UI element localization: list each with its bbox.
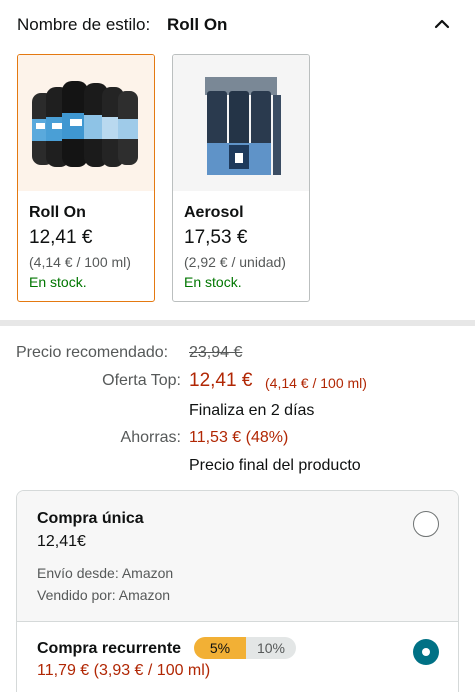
style-option-roll-on[interactable]: Roll On 12,41 € (4,14 € / 100 ml) En sto… xyxy=(17,54,155,302)
option-unit-price: (2,92 € / unidad) xyxy=(184,254,286,270)
recommended-price-label: Precio recomendado: xyxy=(16,344,169,361)
option-title: Aerosol xyxy=(184,204,244,221)
offer-unit-price: (4,14 € / 100 ml) xyxy=(265,375,367,391)
discount-badge-5: 5% xyxy=(194,637,246,659)
option-title: Roll On xyxy=(29,204,86,221)
offer-ends-text: Finaliza en 2 días xyxy=(189,402,315,419)
purchase-options-box: Compra única 12,41€ Envío desde: Amazon … xyxy=(16,490,459,692)
option-price: 12,41 € xyxy=(29,227,93,248)
shipped-by-text: Envío desde: Amazon xyxy=(37,565,174,581)
discount-badge-10: 10% xyxy=(246,637,296,659)
option-price: 17,53 € xyxy=(184,227,248,248)
recurring-title: Compra recurrente xyxy=(37,640,182,657)
final-price-note: Precio final del producto xyxy=(189,457,361,474)
offer-price: 12,41 € xyxy=(189,370,253,391)
recurring-radio[interactable] xyxy=(413,639,439,665)
option-stock-status: En stock. xyxy=(29,274,87,290)
sold-by-text: Vendido por: Amazon xyxy=(37,587,171,603)
one-time-price: 12,41€ xyxy=(37,533,86,550)
savings-value: 11,53 € (48%) xyxy=(189,429,289,446)
style-option-aerosol[interactable]: Aerosol 17,53 € (2,92 € / unidad) En sto… xyxy=(172,54,310,302)
aerosol-pack-image xyxy=(173,55,309,191)
style-value: Roll On xyxy=(167,15,228,34)
roll-on-pack-image xyxy=(18,55,154,191)
style-label: Nombre de estilo: xyxy=(17,15,151,34)
section-divider xyxy=(0,320,475,326)
style-selector-header[interactable]: Nombre de estilo: Roll On xyxy=(17,14,458,38)
option-unit-price: (4,14 € / 100 ml) xyxy=(29,254,131,270)
recurring-price: 11,79 € (3,93 € / 100 ml) xyxy=(37,662,211,679)
offer-label: Oferta Top: xyxy=(102,372,181,389)
one-time-radio[interactable] xyxy=(413,511,439,537)
one-time-purchase-option[interactable]: Compra única 12,41€ Envío desde: Amazon … xyxy=(17,491,458,622)
savings-label: Ahorras: xyxy=(120,429,181,446)
option-stock-status: En stock. xyxy=(184,274,242,290)
recommended-price: 23,94 € xyxy=(189,344,243,361)
chevron-up-icon[interactable] xyxy=(432,14,452,34)
one-time-title: Compra única xyxy=(37,510,144,527)
